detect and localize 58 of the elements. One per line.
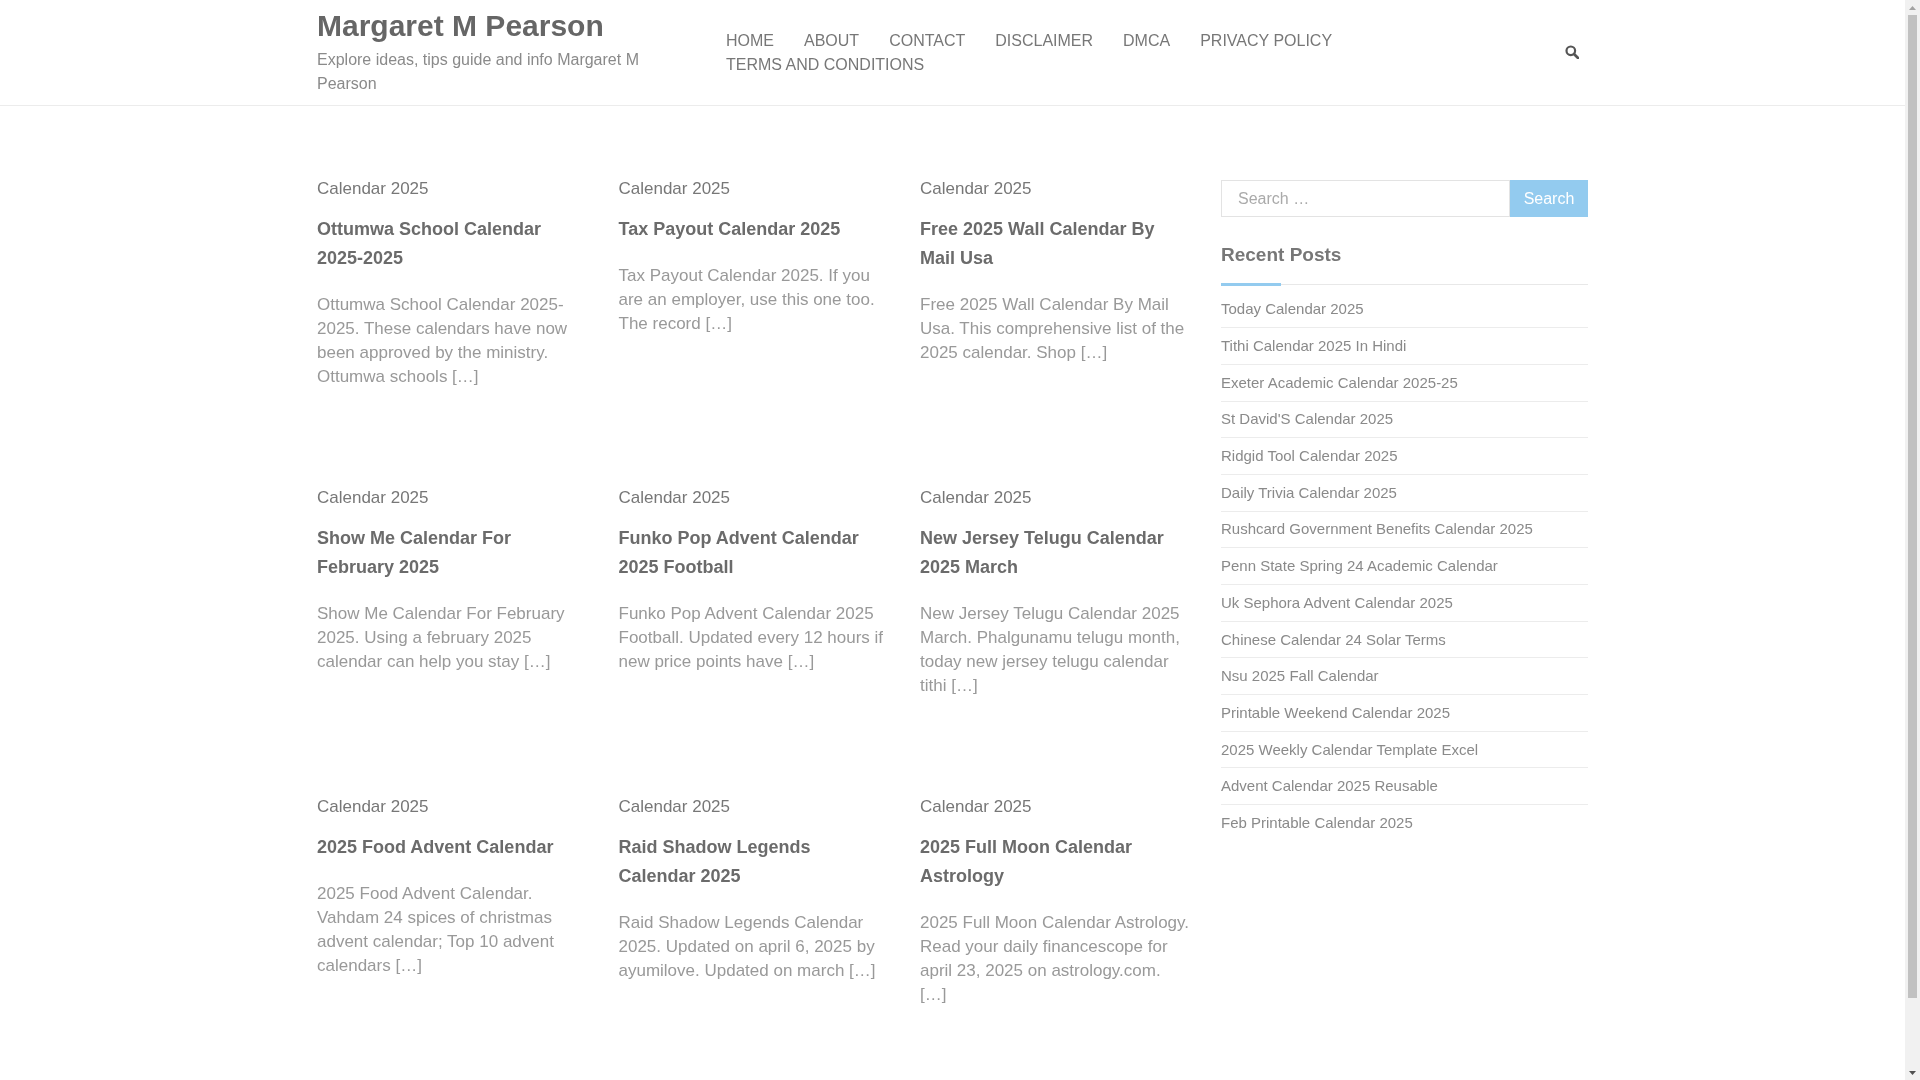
post-excerpt: New Jersey Telugu Calendar 2025 March. Phalgunamu telugu month, today new jersey telugu calendar tithi […] xyxy=(920,603,1181,697)
category-link[interactable]: Calendar 2025 xyxy=(920,795,1032,819)
nav-link[interactable]: CONTACT xyxy=(889,29,966,53)
post-title-link[interactable]: 2025 Full Moon Calendar Astrology xyxy=(920,832,1191,891)
recent-post-link[interactable]: Ridgid Tool Calendar 2025 xyxy=(1221,445,1398,468)
sidebar-heading: Recent Posts xyxy=(1221,243,1343,267)
recent-post-link[interactable]: Feb Printable Calendar 2025 xyxy=(1221,812,1413,835)
scrollbar[interactable] xyxy=(1905,0,1920,1080)
nav-link[interactable]: PRIVACY POLICY xyxy=(1200,29,1333,53)
category-link[interactable]: Calendar 2025 xyxy=(920,486,1032,510)
post-excerpt: Funko Pop Advent Calendar 2025 Football. Updated every 12 hours if new price points have […] xyxy=(618,603,885,673)
recent-post-link[interactable]: Today Calendar 2025 xyxy=(1221,298,1364,321)
post-excerpt: Tax Payout Calendar 2025. If you are an employer, use this one too. The record […] xyxy=(618,265,876,335)
post-title-link[interactable]: Funko Pop Advent Calendar 2025 Football xyxy=(618,523,890,582)
nav-link[interactable]: DISCLAIMER xyxy=(995,29,1094,53)
nav-link[interactable]: HOME xyxy=(726,29,774,53)
recent-post-link[interactable]: Rushcard Government Benefits Calendar 2025 xyxy=(1221,518,1533,541)
recent-post-link[interactable]: Advent Calendar 2025 Reusable xyxy=(1221,775,1438,798)
post-title-link[interactable]: Raid Shadow Legends Calendar 2025 xyxy=(618,832,890,891)
category-link[interactable]: Calendar 2025 xyxy=(920,177,1032,201)
post-title-link[interactable]: Free 2025 Wall Calendar By Mail Usa xyxy=(920,214,1191,273)
recent-post-link[interactable]: Chinese Calendar 24 Solar Terms xyxy=(1221,628,1446,651)
post-title-link[interactable]: New Jersey Telugu Calendar 2025 March xyxy=(920,523,1191,582)
post-title-link[interactable]: Show Me Calendar For February 2025 xyxy=(317,523,588,582)
caret-up-icon[interactable] xyxy=(1909,5,1916,10)
search-icon xyxy=(1565,45,1579,59)
category-link[interactable]: Calendar 2025 xyxy=(618,486,731,510)
site-title[interactable]: Margaret M Pearson xyxy=(317,6,604,46)
recent-post-link[interactable]: Daily Trivia Calendar 2025 xyxy=(1221,481,1397,504)
recent-post-link[interactable]: 2025 Weekly Calendar Template Excel xyxy=(1221,738,1479,761)
recent-post-link[interactable]: Tithi Calendar 2025 In Hindi xyxy=(1221,335,1407,358)
nav-link[interactable]: TERMS AND CONDITIONS xyxy=(726,53,925,77)
caret-down-icon[interactable] xyxy=(1909,1070,1916,1075)
post-excerpt: Free 2025 Wall Calendar By Mail Usa. This comprehensive list of the 2025 calendar. Shop […] xyxy=(920,294,1186,364)
post-title-link[interactable]: 2025 Food Advent Calendar xyxy=(317,832,554,862)
nav-link[interactable]: ABOUT xyxy=(804,29,860,53)
nav-link[interactable]: DMCA xyxy=(1123,29,1171,53)
post-excerpt: Raid Shadow Legends Calendar 2025. Updated on april 6, 2025 by ayumilove. Updated on march […] xyxy=(618,912,877,982)
site-tagline: Explore ideas, tips guide and info Margaret M Pearson xyxy=(317,50,640,94)
search-field[interactable]: Search … xyxy=(1221,180,1510,217)
category-link[interactable]: Calendar 2025 xyxy=(317,486,429,510)
post-excerpt: Show Me Calendar For February 2025. Using a february 2025 calendar can help you stay […] xyxy=(317,603,566,673)
category-link[interactable]: Calendar 2025 xyxy=(317,177,429,201)
recent-post-link[interactable]: Exeter Academic Calendar 2025-25 xyxy=(1221,371,1458,394)
category-link[interactable]: Calendar 2025 xyxy=(317,795,429,819)
post-excerpt: 2025 Food Advent Calendar. Vahdam 24 spices of christmas advent calendar; Top 10 advent calendars […] xyxy=(317,883,555,977)
post-title-link[interactable]: Ottumwa School Calendar 2025-2025 xyxy=(317,214,588,273)
post-excerpt: 2025 Full Moon Calendar Astrology. Read your daily financescope for april 23, 2025 on astrology.com. […] xyxy=(920,912,1190,1006)
recent-post-link[interactable]: Penn State Spring 24 Academic Calendar xyxy=(1221,555,1498,578)
recent-post-link[interactable]: Printable Weekend Calendar 2025 xyxy=(1221,701,1451,724)
recent-post-link[interactable]: Uk Sephora Advent Calendar 2025 xyxy=(1221,591,1453,614)
scrollbar-thumb[interactable] xyxy=(1908,15,1917,998)
recent-post-link[interactable]: St David'S Calendar 2025 xyxy=(1221,408,1394,431)
category-link[interactable]: Calendar 2025 xyxy=(618,795,731,819)
recent-post-link[interactable]: Nsu 2025 Fall Calendar xyxy=(1221,665,1379,688)
post-title-link[interactable]: Tax Payout Calendar 2025 xyxy=(618,214,841,244)
category-link[interactable]: Calendar 2025 xyxy=(618,177,731,201)
post-excerpt: Ottumwa School Calendar 2025-2025. These calendars have now been approved by the ministry. Ottumwa schools […] xyxy=(317,294,569,388)
